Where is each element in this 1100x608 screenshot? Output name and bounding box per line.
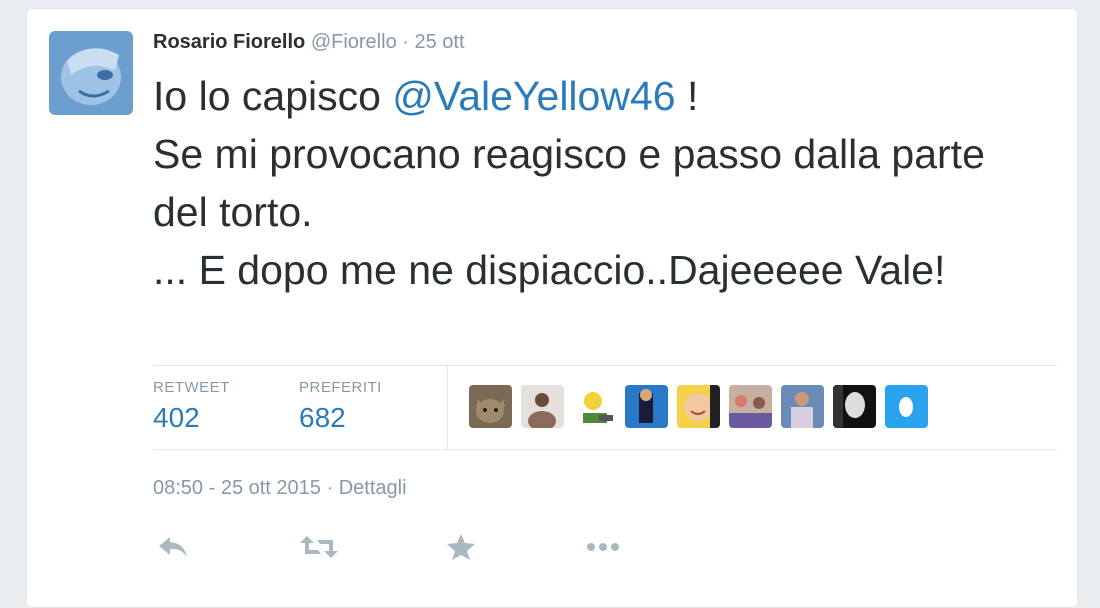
- tweet-line-2: Se mi provocano reagisco e passo dalla p…: [153, 131, 985, 235]
- timestamp-text[interactable]: 08:50 - 25 ott 2015: [153, 477, 321, 499]
- tweet-text-part: Io lo capisco: [153, 73, 393, 119]
- author-name[interactable]: Rosario Fiorello: [153, 31, 305, 53]
- retweet-count: 402: [153, 402, 200, 433]
- retweet-icon: [300, 536, 338, 558]
- details-link[interactable]: Dettagli: [339, 477, 407, 499]
- favorites-count: 682: [299, 402, 346, 433]
- reply-icon: [159, 537, 187, 557]
- timestamp-separator: ·: [326, 477, 334, 499]
- tweet-text: Io lo capisco @ValeYellow46 ! Se mi prov…: [153, 67, 1033, 299]
- favoriters-list: [469, 385, 928, 428]
- tweet-date[interactable]: 25 ott: [415, 31, 465, 53]
- avatar-blue-egg[interactable]: [885, 385, 928, 428]
- mention-link[interactable]: @ValeYellow46: [392, 73, 675, 119]
- tweet-line-3: ... E dopo me ne dispiaccio..Dajeeeee Va…: [153, 247, 946, 293]
- more-icon: [587, 543, 619, 551]
- author-avatar[interactable]: [49, 31, 133, 115]
- tweet-line-1: Io lo capisco @ValeYellow46 !: [153, 67, 1033, 125]
- avatar-cat[interactable]: [469, 385, 512, 428]
- retweet-button[interactable]: [299, 529, 339, 565]
- author-handle[interactable]: @Fiorello: [311, 31, 397, 53]
- avatar-cartoon[interactable]: [573, 385, 616, 428]
- tweet-timestamp: 08:50 - 25 ott 2015 · Dettagli: [153, 477, 407, 500]
- tweet-card: Rosario Fiorello @Fiorello · 25 ott Io l…: [26, 8, 1078, 608]
- favorites-stat[interactable]: PREFERITI 682: [299, 379, 382, 434]
- avatar-blue-figure[interactable]: [625, 385, 668, 428]
- avatar-bw-portrait[interactable]: [833, 385, 876, 428]
- avatar-woman[interactable]: [521, 385, 564, 428]
- stats-separator: [447, 365, 448, 449]
- divider-bottom: [153, 449, 1057, 450]
- avatar-group[interactable]: [729, 385, 772, 428]
- avatar-smiling-face[interactable]: [677, 385, 720, 428]
- tweet-header: Rosario Fiorello @Fiorello · 25 ott: [153, 29, 465, 55]
- avatar-person[interactable]: [781, 385, 824, 428]
- retweet-stat[interactable]: RETWEET 402: [153, 379, 230, 434]
- tweet-text-part: !: [675, 73, 699, 119]
- retweet-label: RETWEET: [153, 379, 230, 396]
- favorite-star-icon: [447, 534, 475, 560]
- stats-bar: RETWEET 402 PREFERITI 682: [153, 365, 1057, 449]
- favorites-label: PREFERITI: [299, 379, 382, 396]
- more-button[interactable]: [583, 529, 623, 565]
- favorite-button[interactable]: [441, 529, 481, 565]
- header-separator: ·: [402, 31, 409, 53]
- reply-button[interactable]: [153, 529, 193, 565]
